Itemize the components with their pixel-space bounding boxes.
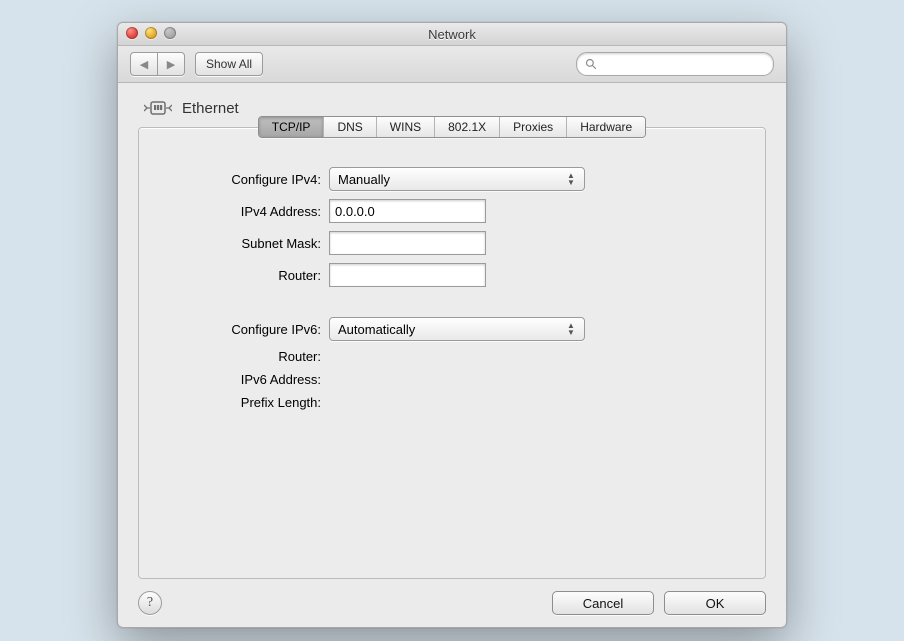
label-prefix-length: Prefix Length: <box>159 395 329 410</box>
sheet: Ethernet TCP/IP DNS WINS 802.1X Proxies … <box>118 83 786 627</box>
label-ipv6-address: IPv6 Address: <box>159 372 329 387</box>
search-input[interactable] <box>601 56 765 72</box>
zoom-window-button[interactable] <box>164 27 176 39</box>
close-window-button[interactable] <box>126 27 138 39</box>
configure-ipv4-popup[interactable]: Manually ▲▼ <box>329 167 585 191</box>
sheet-footer: ? Cancel OK <box>138 591 766 615</box>
chevron-up-down-icon: ▲▼ <box>564 322 578 336</box>
forward-button[interactable]: ▶ <box>158 52 185 76</box>
traffic-lights <box>126 27 176 39</box>
ipv4-address-input[interactable] <box>329 199 486 223</box>
tab-tcpip[interactable]: TCP/IP <box>259 117 324 137</box>
tab-bar: TCP/IP DNS WINS 802.1X Proxies Hardware <box>159 116 745 138</box>
triangle-right-icon: ▶ <box>167 58 175 71</box>
tab-dns[interactable]: DNS <box>323 117 375 137</box>
preferences-window: Network ◀ ▶ Show All <box>117 22 787 628</box>
router-v4-input[interactable] <box>329 263 486 287</box>
settings-panel: TCP/IP DNS WINS 802.1X Proxies Hardware … <box>138 127 766 579</box>
nav-segment: ◀ ▶ <box>130 52 185 76</box>
configure-ipv4-value: Manually <box>338 172 564 187</box>
label-router-v4: Router: <box>159 268 329 283</box>
titlebar: Network <box>118 23 786 46</box>
interface-title: Ethernet <box>182 100 239 117</box>
help-button[interactable]: ? <box>138 591 162 615</box>
minimize-window-button[interactable] <box>145 27 157 39</box>
tab-8021x[interactable]: 802.1X <box>434 117 499 137</box>
search-field[interactable] <box>576 52 774 76</box>
tab-hardware[interactable]: Hardware <box>566 117 645 137</box>
toolbar: ◀ ▶ Show All <box>118 46 786 83</box>
label-configure-ipv6: Configure IPv6: <box>159 322 329 337</box>
chevron-up-down-icon: ▲▼ <box>564 172 578 186</box>
triangle-left-icon: ◀ <box>140 58 148 71</box>
label-configure-ipv4: Configure IPv4: <box>159 172 329 187</box>
configure-ipv6-popup[interactable]: Automatically ▲▼ <box>329 317 585 341</box>
label-ipv4-address: IPv4 Address: <box>159 204 329 219</box>
configure-ipv6-value: Automatically <box>338 322 564 337</box>
tcpip-form: Configure IPv4: Manually ▲▼ IPv4 Address… <box>159 167 745 410</box>
tab-proxies[interactable]: Proxies <box>499 117 566 137</box>
back-button[interactable]: ◀ <box>130 52 158 76</box>
cancel-button[interactable]: Cancel <box>552 591 654 615</box>
tab-wins[interactable]: WINS <box>376 117 434 137</box>
show-all-button[interactable]: Show All <box>195 52 263 76</box>
search-icon <box>585 58 597 70</box>
label-router-v6: Router: <box>159 349 329 364</box>
window-title: Network <box>118 27 786 42</box>
subnet-mask-input[interactable] <box>329 231 486 255</box>
ok-button[interactable]: OK <box>664 591 766 615</box>
label-subnet-mask: Subnet Mask: <box>159 236 329 251</box>
